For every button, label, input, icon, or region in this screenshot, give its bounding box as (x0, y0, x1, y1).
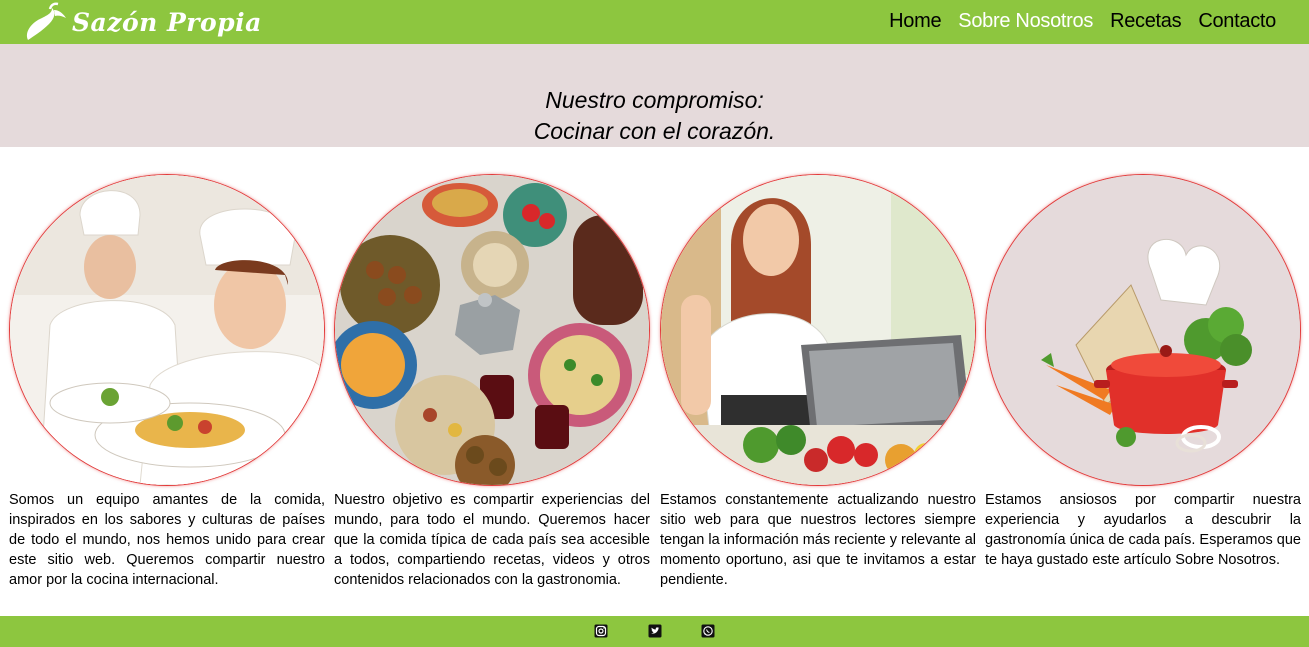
whatsapp-icon[interactable] (701, 624, 715, 638)
hero-heading: Nuestro compromiso: Cocinar con el coraz… (0, 85, 1309, 147)
hero-line-1: Nuestro compromiso: (545, 87, 764, 113)
nav-contacto[interactable]: Contacto (1198, 10, 1276, 33)
card-2: Nuestro objetivo es compartir experienci… (334, 174, 650, 588)
instagram-icon[interactable] (594, 624, 608, 638)
nav-home[interactable]: Home (889, 10, 941, 33)
main-nav: Home Sobre Nosotros Recetas Contacto (889, 0, 1276, 42)
brand-name: Sazón Propia (72, 7, 262, 37)
international-dishes-table-photo (334, 174, 650, 486)
nav-sobre-nosotros[interactable]: Sobre Nosotros (958, 10, 1093, 33)
nav-recetas[interactable]: Recetas (1110, 10, 1182, 33)
card-1-text: Somos un equipo amantes de la comida, in… (9, 492, 325, 588)
card-3-text: Estamos constantemente actualizando nues… (660, 492, 976, 588)
card-4-text: Estamos ansiosos por compartir nuestra e… (985, 492, 1301, 568)
header-bar: Sazón Propia Home Sobre Nosotros Recetas… (0, 0, 1309, 44)
chefs-plating-food-photo (9, 174, 325, 486)
woman-cooking-with-laptop-photo (660, 174, 976, 486)
card-4: Estamos ansiosos por compartir nuestra e… (985, 174, 1301, 568)
hero-banner: Nuestro compromiso: Cocinar con el coraz… (0, 44, 1309, 147)
card-1: Somos un equipo amantes de la comida, in… (9, 174, 325, 588)
chili-pepper-icon (26, 2, 66, 40)
card-3: Estamos constantemente actualizando nues… (660, 174, 976, 588)
footer-bar (0, 616, 1309, 647)
hero-line-2: Cocinar con el corazón. (533, 118, 776, 144)
twitter-icon[interactable] (648, 624, 662, 638)
logo[interactable]: Sazón Propia (22, 2, 262, 42)
chef-hat-pot-vegetables-photo (985, 174, 1301, 486)
card-2-text: Nuestro objetivo es compartir experienci… (334, 492, 650, 588)
